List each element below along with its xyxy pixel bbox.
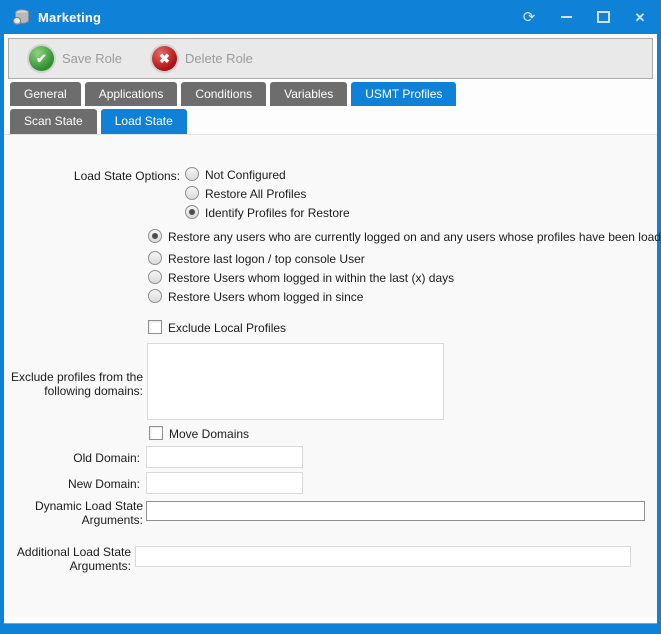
exclude-domains-label: Exclude profiles from the following doma… xyxy=(3,370,143,398)
move-domains-checkbox[interactable]: Move Domains xyxy=(149,426,249,441)
save-role-label: Save Role xyxy=(62,51,122,66)
radio-restore-logged-on-users[interactable]: Restore any users who are currently logg… xyxy=(148,229,653,248)
tab-conditions[interactable]: Conditions xyxy=(181,82,266,106)
radio-restore-all-profiles[interactable]: Restore All Profiles xyxy=(185,186,350,205)
toolbar: ✔ Save Role ✖ Delete Role xyxy=(8,38,653,79)
radio-restore-last-logon[interactable]: Restore last logon / top console User xyxy=(148,251,653,270)
checkbox-icon xyxy=(149,426,163,440)
checkbox-icon xyxy=(148,320,162,334)
delete-x-icon: ✖ xyxy=(152,46,177,71)
dynamic-load-state-args-label: Dynamic Load State Arguments: xyxy=(13,499,143,527)
additional-load-state-args-label: Additional Load State Arguments: xyxy=(5,545,131,573)
radio-icon xyxy=(185,186,199,200)
delete-role-button[interactable]: ✖ Delete Role xyxy=(146,44,259,73)
tab-general[interactable]: General xyxy=(10,82,81,106)
radio-icon xyxy=(185,167,199,181)
exclude-local-profiles-checkbox[interactable]: Exclude Local Profiles xyxy=(148,320,286,335)
tab-applications[interactable]: Applications xyxy=(85,82,178,106)
exclude-domains-textarea[interactable] xyxy=(147,343,444,420)
radio-not-configured[interactable]: Not Configured xyxy=(185,167,350,186)
radio-icon xyxy=(148,289,162,303)
radio-identify-profiles[interactable]: Identify Profiles for Restore xyxy=(185,205,350,224)
marketing-window: Marketing ⟳ ✕ ✔ Save Role ✖ Delete Role … xyxy=(0,0,661,634)
new-domain-label: New Domain: xyxy=(20,477,140,491)
radio-restore-last-x-days[interactable]: Restore Users whom logged in within the … xyxy=(148,270,653,289)
new-domain-input[interactable] xyxy=(146,472,303,494)
tab-usmt-profiles[interactable]: USMT Profiles xyxy=(351,82,456,106)
sub-tabs: Scan State Load State xyxy=(10,109,187,134)
restore-options-group: Restore any users who are currently logg… xyxy=(148,229,653,308)
load-state-options-label: Load State Options: xyxy=(20,169,180,183)
tab-load-state[interactable]: Load State xyxy=(101,109,187,134)
radio-selected-icon xyxy=(185,205,199,219)
save-role-button[interactable]: ✔ Save Role xyxy=(23,44,128,73)
main-tabs: General Applications Conditions Variable… xyxy=(10,82,456,106)
radio-selected-icon xyxy=(148,229,162,243)
additional-load-state-args-input[interactable] xyxy=(135,546,631,567)
dynamic-load-state-args-input[interactable] xyxy=(146,501,645,521)
load-state-options-group: Not Configured Restore All Profiles Iden… xyxy=(185,167,350,224)
save-check-icon: ✔ xyxy=(29,46,54,71)
tab-variables[interactable]: Variables xyxy=(270,82,347,106)
delete-role-label: Delete Role xyxy=(185,51,253,66)
radio-restore-since[interactable]: Restore Users whom logged in since xyxy=(148,289,653,308)
old-domain-input[interactable] xyxy=(146,446,303,468)
old-domain-label: Old Domain: xyxy=(20,451,140,465)
tab-scan-state[interactable]: Scan State xyxy=(10,109,97,134)
radio-icon xyxy=(148,270,162,284)
radio-icon xyxy=(148,251,162,265)
